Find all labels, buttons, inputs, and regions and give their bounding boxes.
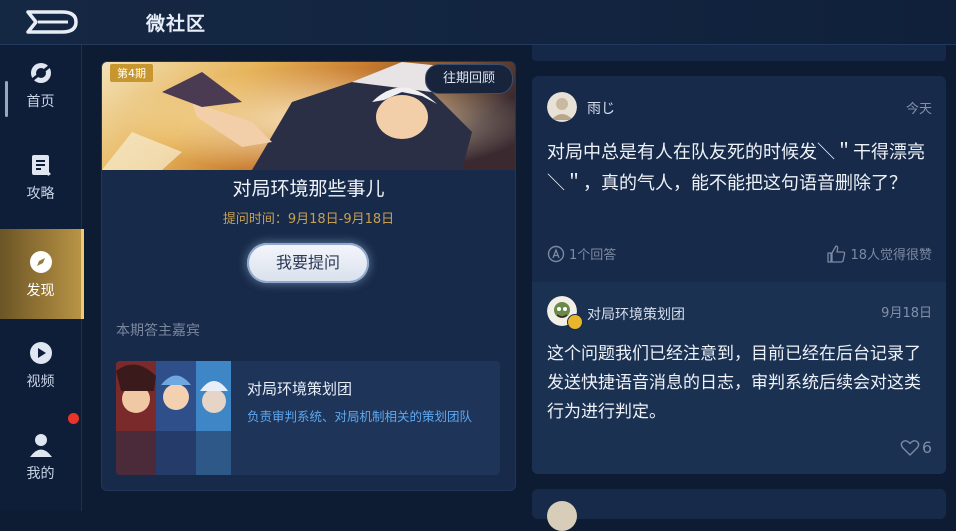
sidebar-item-video[interactable]: 视频 (0, 325, 81, 405)
topic-title: 对局环境那些事儿 (232, 178, 385, 200)
sidebar-item-home[interactable]: 首页 (0, 45, 81, 125)
verified-badge-icon (567, 314, 583, 330)
topic-time: 提问时间：9月18日-9月18日 (222, 212, 395, 227)
answer-icon (547, 245, 565, 262)
sidebar-item-profile[interactable]: 我的 (0, 417, 81, 497)
guest-card[interactable]: 对局环境策划团 负责审判系统、对局机制相关的策划团队 (116, 361, 500, 475)
answer-date: 9月18日 (881, 306, 932, 321)
guide-icon (31, 154, 51, 176)
guest-heading: 本期答主嘉宾 (116, 323, 200, 339)
ask-question-button[interactable]: 我要提问 (247, 243, 369, 283)
sidebar-item-label: 首页 (26, 93, 55, 110)
post-date: 今天 (905, 102, 932, 117)
avatar (547, 501, 577, 531)
top-bar: 微社区 (0, 0, 956, 45)
answer-author[interactable]: 对局环境策划团 (587, 304, 685, 324)
notification-dot (68, 413, 79, 424)
thumbs-up-icon (827, 244, 846, 263)
profile-icon (29, 433, 52, 457)
guest-description: 负责审判系统、对局机制相关的策划团队 (247, 409, 473, 424)
play-icon (29, 341, 52, 364)
next-post-card[interactable] (532, 489, 946, 531)
question-text: 对局中总是有人在队友死的时候发＼＂干得漂亮＼＂，真的气人，能不能把这句语音删除了… (547, 142, 925, 194)
sidebar-item-label: 攻略 (26, 185, 55, 202)
home-icon (30, 62, 51, 83)
past-issues-button[interactable]: 往期回顾 (425, 64, 513, 94)
page-title: 微社区 (146, 13, 207, 35)
answer-like-count: 6 (921, 438, 932, 457)
like-count-label: 18人觉得很赞 (850, 248, 932, 263)
answer-section: 对局环境策划团 9月18日 这个问题我们已经注意到，目前已经在后台记录了发送快捷… (532, 282, 946, 474)
sidebar-item-label: 视频 (26, 373, 55, 390)
sidebar-item-guide[interactable]: 攻略 (0, 137, 81, 217)
heart-icon (900, 439, 920, 456)
answers-count[interactable]: 1个回答 (547, 244, 616, 263)
avatar (547, 92, 577, 122)
post-author[interactable]: 雨じ (587, 98, 615, 118)
discover-compass-icon (29, 250, 52, 273)
post-card[interactable]: 雨じ 今天 对局中总是有人在队友死的时候发＼＂干得漂亮＼＂，真的气人，能不能把这… (532, 76, 946, 474)
sidebar-item-label: 发现 (26, 282, 55, 299)
previous-post-card (532, 45, 946, 61)
guest-name: 对局环境策划团 (247, 380, 353, 398)
answers-count-label: 1个回答 (569, 248, 617, 263)
sidebar-item-label: 我的 (26, 465, 55, 482)
back-arrow-icon[interactable] (22, 8, 84, 36)
issue-badge: 第4期 (110, 64, 153, 82)
topic-card: 第4期 往期回顾 对局环境那些事儿 提问时间：9月18日-9月18日 我要提问 … (101, 61, 516, 491)
sidebar: 首页 攻略 发现 视频 我的 (0, 45, 84, 511)
like-count[interactable]: 18人觉得很赞 (826, 244, 932, 263)
answer-like[interactable]: 6 (900, 438, 932, 457)
question-section: 雨じ 今天 对局中总是有人在队友死的时候发＼＂干得漂亮＼＂，真的气人，能不能把这… (532, 76, 946, 282)
sidebar-item-discover[interactable]: 发现 (0, 229, 84, 319)
guest-heroes-image (116, 361, 231, 475)
answer-text: 这个问题我们已经注意到，目前已经在后台记录了发送快捷语音消息的日志，审判系统后续… (547, 344, 921, 422)
